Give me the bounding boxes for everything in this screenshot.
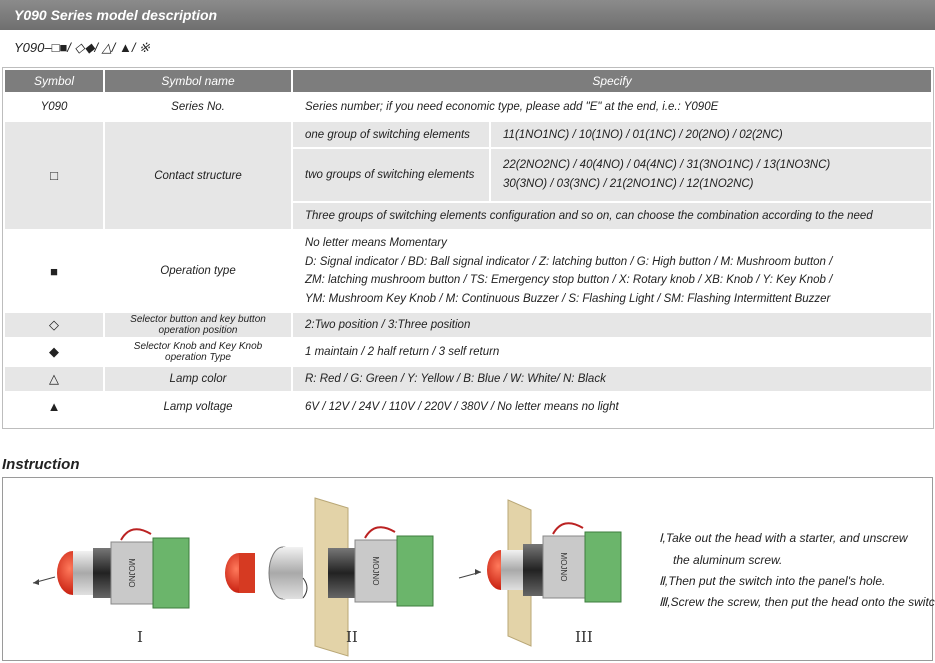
lamp-voltage-symbol: ▲ [5,393,103,420]
selector-position-spec: 2:Two position / 3:Three position [293,313,931,337]
step-2-text: Ⅱ,Then put the switch into the panel's h… [659,574,886,588]
instruction-title: Instruction [2,456,80,473]
step-2-num: Ⅱ [659,574,665,588]
operation-line-2: D: Signal indicator / BD: Ball signal in… [305,255,833,268]
contact-two-value-1: 22(2NO2NC) / 40(4NO) / 04(4NC) / 31(3NO1… [503,159,831,171]
operation-spec: No letter means Momentary D: Signal indi… [293,231,931,311]
step-1-text: Ⅰ,Take out the head with a starter, and … [659,531,908,545]
selector-type-name-1: Selector Knob and Key Knob [133,341,263,352]
selector-position-symbol: ◇ [5,313,103,337]
selector-position-name: Selector button and key button operation… [105,313,291,337]
step-1-roman: I [137,628,143,646]
lamp-color-symbol: △ [5,367,103,391]
series-spec: Series number; if you need economic type… [293,94,931,120]
step-3-illustration: MOJNO [458,499,622,647]
header-symbol-name: Symbol name [105,70,291,92]
operation-name: Operation type [105,231,291,311]
brand-label-2: MOJNO [371,557,380,586]
series-name: Series No. [105,94,291,120]
header-specify: Specify [293,70,931,92]
step-1-illustration: MOJNO [32,528,190,609]
step-3-roman: III [575,628,593,646]
contact-two-values: 22(2NO2NC) / 40(4NO) / 04(4NC) / 31(3NO1… [491,149,931,201]
step-1-line-1: Take out the head with a starter, and un… [665,531,908,545]
table-row-contact-one: □ Contact structure one group of switchi… [5,122,931,229]
section-title-bar: Y090 Series model description [0,0,935,30]
spec-table: Symbol Symbol name Specify Y090 Series N… [3,68,933,422]
table-row-selector-position: ◇ Selector button and key button operati… [5,313,931,337]
operation-line-4: YM: Mushroom Key Knob / M: Continuous Bu… [305,292,831,305]
table-row-lamp-voltage: ▲ Lamp voltage 6V / 12V / 24V / 110V / 2… [5,393,931,420]
selector-position-name-1: Selector button and key button [130,314,266,325]
step-2-roman: II [346,628,358,646]
series-symbol: Y090 [5,94,103,120]
step-1-line-2: the aluminum screw. [673,553,783,567]
step-3-num: Ⅲ [659,595,668,609]
step-2-illustration: MOJNO [225,497,434,657]
step-1-num: Ⅰ [659,531,663,545]
contact-symbol: □ [5,122,103,229]
contact-name: Contact structure [105,122,291,229]
operation-line-3: ZM: latching mushroom button / TS: Emerg… [305,274,833,286]
table-row-lamp-color: △ Lamp color R: Red / G: Green / Y: Yell… [5,367,931,391]
contact-one-label: one group of switching elements [293,122,489,147]
contact-two-label: two groups of switching elements [293,149,489,201]
section-title: Y090 Series model description [14,7,218,23]
step-3-line-1: Screw the screw, then put the head onto … [670,595,935,609]
table-row-selector-type: ◆ Selector Knob and Key Knob operation T… [5,339,931,365]
lamp-voltage-spec: 6V / 12V / 24V / 110V / 220V / 380V / No… [293,393,931,420]
operation-symbol: ■ [5,231,103,311]
contact-three-note: Three groups of switching elements confi… [293,203,931,229]
operation-line-1: No letter means Momentary [305,237,447,249]
lamp-voltage-name: Lamp voltage [105,393,291,420]
selector-type-symbol: ◆ [5,339,103,365]
contact-two-value-2: 30(3NO) / 03(3NC) / 21(2NO1NC) / 12(1NO2… [503,178,754,190]
selector-position-name-2: operation position [158,325,238,336]
selector-type-spec: 1 maintain / 2 half return / 3 self retu… [293,339,931,365]
header-symbol: Symbol [5,70,103,92]
table-header-row: Symbol Symbol name Specify [5,70,931,92]
table-row-series: Y090 Series No. Series number; if you ne… [5,94,931,120]
step-2-line-1: Then put the switch into the panel's hol… [668,574,886,588]
step-3-text: Ⅲ,Screw the screw, then put the head ont… [659,595,935,609]
contact-one-value: 11(1NO1NC) / 10(1NO) / 01(1NC) / 20(2NO)… [491,122,931,147]
brand-label-1: MOJNO [127,559,136,588]
model-formula: Y090–□■/ ◇◆/ △/ ▲/ ※ [14,40,150,55]
table-row-operation: ■ Operation type No letter means Momenta… [5,231,931,311]
lamp-color-name: Lamp color [105,367,291,391]
selector-type-name-2: operation Type [165,352,231,363]
instruction-box: MOJNO MOJNO MOJNO I II III Ⅰ,Take out th… [2,477,935,661]
lamp-color-spec: R: Red / G: Green / Y: Yellow / B: Blue … [293,367,931,391]
selector-type-name: Selector Knob and Key Knob operation Typ… [105,339,291,365]
brand-label-3: MOJNO [559,553,568,582]
